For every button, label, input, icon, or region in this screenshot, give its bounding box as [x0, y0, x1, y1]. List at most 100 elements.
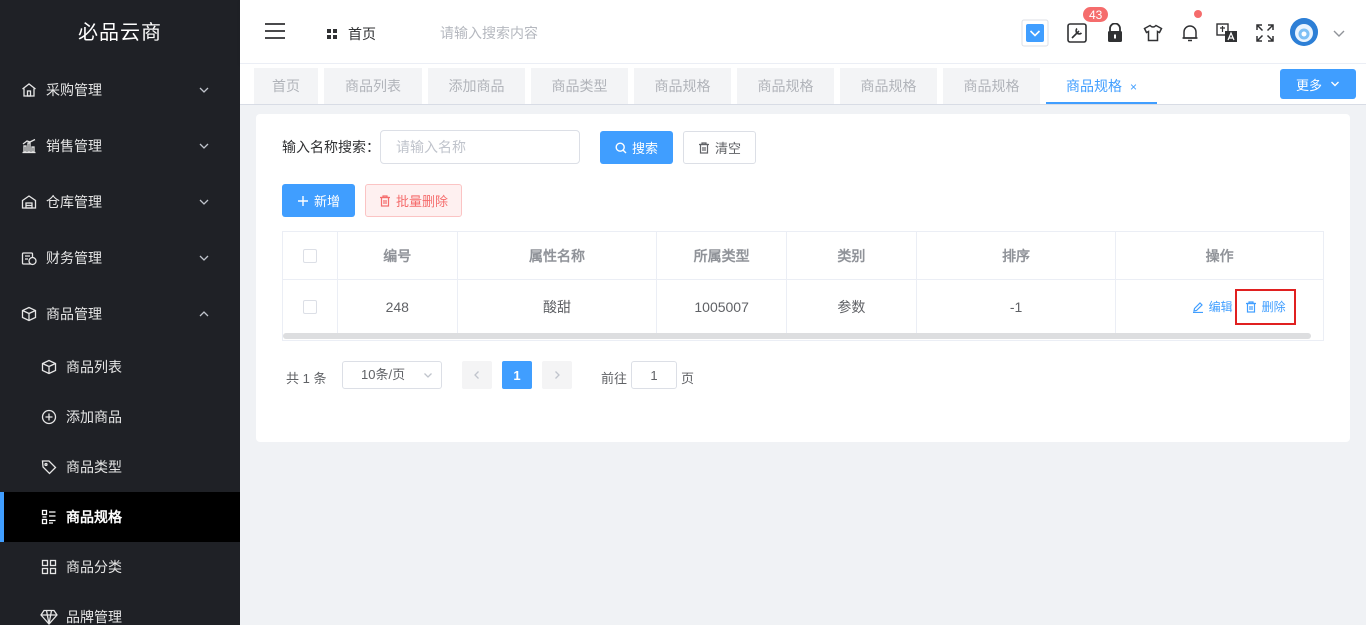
box-icon: [20, 305, 38, 323]
diamond-icon: [40, 608, 58, 625]
size-select-icon[interactable]: [1020, 18, 1050, 48]
search-button-label: 搜索: [631, 141, 658, 156]
dashboard-icon: [327, 29, 337, 39]
sidebar-subitem-add-goods[interactable]: 添加商品: [0, 392, 240, 442]
clear-button-label: 清空: [714, 141, 741, 156]
bell-icon[interactable]: [1175, 18, 1205, 48]
column-header: 排序: [916, 232, 1117, 280]
trash-icon: [1245, 300, 1256, 313]
sidebar-menu: 采购管理 销售管理 仓库管理 财务管理 商品管理 商品列表 添加商品 商品类型 …: [0, 62, 240, 625]
pagination-total: 共 1 条: [286, 371, 327, 386]
table-horizontal-scrollbar[interactable]: [283, 333, 1323, 340]
sidebar-item-goods[interactable]: 商品管理: [0, 286, 240, 342]
search-button[interactable]: 搜索: [600, 131, 673, 164]
sidebar-subitem-goods-list[interactable]: 商品列表: [0, 342, 240, 392]
edit-label: 编辑: [1208, 300, 1233, 314]
sidebar-item-label: 商品管理: [46, 306, 102, 322]
breadcrumb-home[interactable]: 首页: [326, 24, 376, 44]
hamburger-icon[interactable]: [264, 22, 286, 40]
tab-home[interactable]: 首页: [254, 68, 318, 104]
column-header: 所属类型: [657, 232, 788, 280]
fullscreen-icon[interactable]: [1250, 18, 1280, 48]
more-tabs-label: 更多: [1295, 77, 1322, 93]
chevron-up-icon: [199, 311, 209, 317]
sidebar-subitem-label: 商品分类: [66, 559, 122, 575]
sidebar-subitem-label: 商品类型: [66, 459, 122, 475]
money-icon: [20, 249, 38, 267]
sidebar-subitem-label: 商品列表: [66, 359, 122, 375]
sidebar-subitem-goods-category[interactable]: 商品分类: [0, 542, 240, 592]
name-search-label: 输入名称搜索：: [282, 139, 380, 155]
prev-page-button[interactable]: [462, 361, 492, 389]
tab-goods-spec-1[interactable]: 商品规格: [634, 68, 731, 104]
chevron-down-icon: [199, 255, 209, 261]
chevron-down-icon: [424, 373, 432, 378]
trash-icon: [698, 141, 709, 154]
tab-goods-list[interactable]: 商品列表: [324, 68, 422, 104]
tab-goods-type[interactable]: 商品类型: [531, 68, 628, 104]
sidebar-item-purchase[interactable]: 采购管理: [0, 62, 240, 118]
cell-name: 酸甜: [458, 280, 658, 333]
select-all-checkbox[interactable]: [302, 248, 317, 263]
table-header-row: 编号 属性名称 所属类型 类别 排序 操作: [283, 232, 1323, 280]
batch-delete-label: 批量删除: [395, 194, 448, 209]
user-avatar[interactable]: [1290, 18, 1318, 46]
chevron-left-icon: [474, 371, 479, 379]
sidebar-subitem-goods-type[interactable]: 商品类型: [0, 442, 240, 492]
clear-button[interactable]: 清空: [683, 131, 756, 164]
tab-goods-spec-2[interactable]: 商品规格: [737, 68, 834, 104]
bar-chart-icon: [20, 137, 38, 155]
row-select-cell: [283, 280, 338, 333]
sidebar-subitem-brand[interactable]: 品牌管理: [0, 592, 240, 625]
scrollbar-thumb[interactable]: [283, 333, 1311, 339]
tab-goods-spec-3[interactable]: 商品规格: [840, 68, 937, 104]
lock-icon[interactable]: [1100, 18, 1130, 48]
global-search-input[interactable]: [430, 20, 630, 46]
page-size-select[interactable]: 10条/页: [342, 361, 442, 389]
plus-circle-icon: [40, 408, 58, 426]
chevron-right-icon: [555, 371, 560, 379]
next-page-button[interactable]: [542, 361, 572, 389]
batch-delete-button[interactable]: 批量删除: [365, 184, 462, 217]
sidebar-item-label: 采购管理: [46, 82, 102, 98]
row-checkbox[interactable]: [302, 299, 317, 314]
header-select-all: [283, 232, 338, 280]
name-search-input[interactable]: [380, 130, 580, 164]
goto-label: 前往: [601, 371, 628, 386]
page-number-current[interactable]: 1: [502, 361, 532, 389]
store-icon: [20, 81, 38, 99]
chevron-down-icon[interactable]: [1332, 26, 1346, 40]
sidebar-subitem-label: 添加商品: [66, 409, 122, 425]
tab-goods-spec-4[interactable]: 商品规格: [943, 68, 1040, 104]
column-header: 属性名称: [457, 232, 658, 280]
add-button[interactable]: 新增: [282, 184, 355, 217]
sidebar-item-warehouse[interactable]: 仓库管理: [0, 174, 240, 230]
more-tabs-button[interactable]: 更多: [1280, 69, 1356, 99]
cell-category: 参数: [787, 280, 917, 333]
tab-goods-spec-active[interactable]: 商品规格 ×: [1046, 68, 1157, 104]
bell-dot-badge: [1194, 10, 1202, 18]
warehouse-icon: [20, 193, 38, 211]
tab-add-goods[interactable]: 添加商品: [428, 68, 525, 104]
goto-page-input[interactable]: [631, 361, 677, 389]
spec-table: 编号 属性名称 所属类型 类别 排序 操作 248 酸甜 1005007 参数 …: [282, 231, 1324, 341]
sidebar-item-finance[interactable]: 财务管理: [0, 230, 240, 286]
chevron-down-icon: [1331, 81, 1339, 87]
edit-icon: [1192, 301, 1203, 313]
sidebar-item-sales[interactable]: 销售管理: [0, 118, 240, 174]
add-button-label: 新增: [313, 194, 340, 209]
page-unit-label: 页: [681, 371, 695, 386]
sidebar-subitem-goods-spec[interactable]: 商品规格: [0, 492, 240, 542]
tab-close-icon[interactable]: ×: [1130, 69, 1137, 105]
edit-button[interactable]: 编辑: [1192, 298, 1233, 315]
app-logo: 必品云商: [78, 22, 162, 44]
sidebar: 必品云商 采购管理 销售管理 仓库管理 财务管理 商品管理 商品列表 添加商品 …: [0, 0, 240, 625]
delete-button[interactable]: 删除: [1245, 298, 1286, 315]
delete-label: 删除: [1261, 300, 1286, 314]
theme-shirt-icon[interactable]: [1138, 18, 1168, 48]
sidebar-subitem-label: 品牌管理: [66, 609, 122, 625]
chevron-down-icon: [199, 87, 209, 93]
translate-icon[interactable]: [1212, 18, 1242, 48]
table-row: 248 酸甜 1005007 参数 -1 编辑 删除: [283, 280, 1323, 333]
top-header: 首页 43: [240, 0, 1366, 64]
